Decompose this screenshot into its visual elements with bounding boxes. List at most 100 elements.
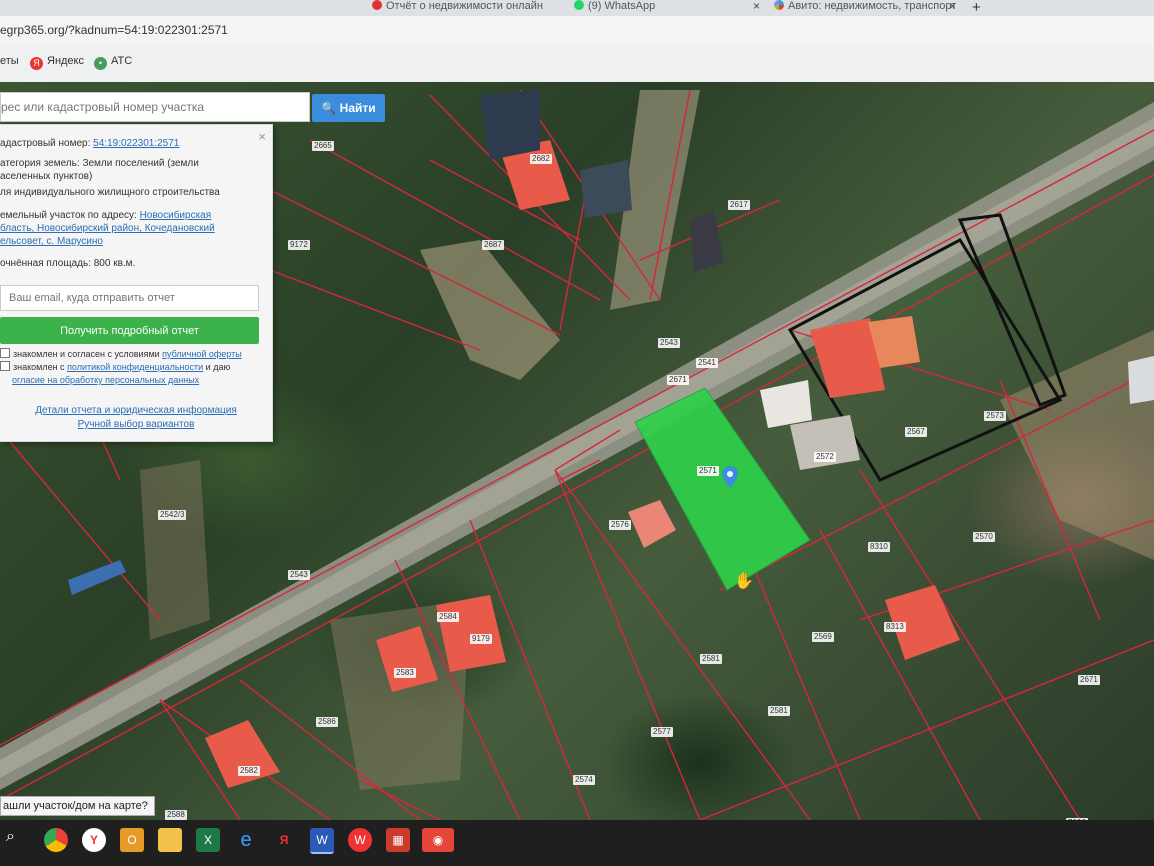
parcel-label: 2577 (651, 727, 673, 737)
file-explorer-icon[interactable] (158, 828, 182, 852)
bookmark-item[interactable]: еты (0, 55, 19, 67)
parcel-label: 2588 (165, 810, 187, 820)
yandex-icon: Я (30, 57, 43, 70)
ats-icon: • (94, 57, 107, 70)
parcel-label: 2671 (667, 375, 689, 385)
close-tab-icon[interactable]: × (753, 0, 760, 12)
parcel-label: 2582 (238, 766, 260, 776)
privacy-link[interactable]: политикой конфиденциальности (67, 362, 203, 372)
wps-icon[interactable]: W (348, 828, 372, 852)
consent-text: и даю (203, 362, 231, 372)
parcel-label: 8313 (884, 622, 906, 632)
tab-whatsapp[interactable]: (9) WhatsApp × (574, 0, 760, 16)
details-link[interactable]: Детали отчета и юридическая информация (0, 405, 272, 416)
category-line: атегория земель: Земли поселений (земли (0, 158, 199, 169)
address-bar: egrp365.org/?kadnum=54:19:022301:2571 (0, 16, 1154, 46)
consent-text: знакомлен и согласен с условиями (13, 349, 163, 359)
app-icon[interactable]: ▦ (386, 828, 410, 852)
parcel-label: 2581 (768, 706, 790, 716)
parcel-label: 8310 (868, 542, 890, 552)
new-tab-button[interactable]: + (972, 0, 981, 16)
search-button[interactable]: 🔍 Найти (312, 94, 385, 122)
bookmark-label: АТС (111, 55, 133, 67)
tab-report[interactable]: Отчёт о недвижимости онлайн (372, 0, 552, 16)
tab-avito[interactable]: Авито: недвижимость, транспорт × (774, 0, 956, 16)
chrome-icon[interactable] (44, 828, 68, 852)
cadastral-number-link[interactable]: 54:19:022301:2571 (93, 138, 179, 149)
parcel-label: 2571 (697, 466, 719, 476)
manual-select-link[interactable]: Ручной выбор вариантов (0, 419, 272, 430)
privacy-checkbox[interactable] (0, 361, 10, 371)
address-link[interactable]: ельсовет, с. Марусино (0, 235, 103, 248)
whatsapp-icon (574, 0, 584, 10)
tab-title: (9) WhatsApp (588, 0, 656, 12)
yandex-browser-icon[interactable]: Y (82, 828, 106, 852)
parcel-label: 2574 (573, 775, 595, 785)
parcel-label: 2583 (394, 668, 416, 678)
parcel-label: 2541 (696, 358, 718, 368)
consent-text: знакомлен с (13, 362, 68, 372)
parcel-label: 2682 (530, 154, 552, 164)
app-red-icon[interactable]: ◉ (422, 828, 454, 852)
category-line: аселенных пунктов) (0, 171, 93, 182)
bookmarks-bar: еты Я Яндекс • АТС (0, 46, 1154, 83)
consent-privacy: знакомлен с политикой конфиденциальности… (0, 361, 230, 374)
url-field[interactable]: egrp365.org/?kadnum=54:19:022301:2571 (0, 23, 228, 37)
cadastral-number-row: адастровый номер: 54:19:022301:2571 (0, 137, 179, 150)
hand-cursor-icon: ✋ (734, 573, 754, 590)
parcel-label: 2687 (482, 240, 504, 250)
parcel-label: 9179 (470, 634, 492, 644)
parcel-label: 2542/3 (158, 510, 187, 520)
area-text: очнённая площадь: 800 кв.м. (0, 258, 136, 269)
edge-icon[interactable]: e (234, 828, 258, 852)
bookmark-yandex[interactable]: Я Яндекс (30, 55, 84, 70)
found-parcel-tooltip[interactable]: ашли участок/дом на карте? (0, 796, 155, 816)
parcel-label: 2572 (814, 452, 836, 462)
parcel-label: 2543 (658, 338, 680, 348)
dirt-area (140, 460, 210, 640)
avito-icon (774, 0, 784, 10)
close-tab-icon[interactable]: × (949, 0, 956, 12)
personal-data-link[interactable]: огласие на обработку персональных данных (12, 374, 199, 387)
close-icon[interactable]: × (258, 129, 266, 144)
parcel-label: 2671 (1078, 675, 1100, 685)
cadastral-label: адастровый номер: (0, 138, 94, 149)
location-pin-icon[interactable] (722, 466, 738, 488)
browser-tab-bar: Отчёт о недвижимости онлайн (9) WhatsApp… (0, 0, 1154, 16)
tab-title: Авито: недвижимость, транспорт (788, 0, 956, 12)
parcel-info-panel: × адастровый номер: 54:19:022301:2571 ат… (0, 124, 273, 442)
parcel-label: 2567 (905, 427, 927, 437)
outlook-icon[interactable]: O (120, 828, 144, 852)
parcel-label: 2586 (316, 717, 338, 727)
windows-search-icon[interactable]: ⌕ (6, 828, 15, 846)
address-row: емельный участок по адресу: Новосибирска… (0, 209, 211, 222)
parcel-label: 2570 (973, 532, 995, 542)
parcel-label: 2584 (437, 612, 459, 622)
word-icon[interactable]: W (310, 828, 334, 854)
offer-link[interactable]: публичной оферты (162, 349, 242, 359)
address-link[interactable]: бласть, Новосибирский район, Кочедановск… (0, 222, 215, 235)
parcel-label: 9172 (288, 240, 310, 250)
parcel-label: 2576 (609, 520, 631, 530)
dirt-area (420, 240, 560, 380)
consent-offer: знакомлен и согласен с условиями публичн… (0, 348, 242, 361)
bookmark-ats[interactable]: • АТС (94, 55, 132, 70)
parcel-label: 2543 (288, 570, 310, 580)
email-field[interactable] (0, 285, 259, 311)
bookmark-label: Яндекс (47, 55, 84, 67)
category-line: ля индивидуального жилищного строительст… (0, 187, 220, 198)
parcel-label: 2573 (984, 411, 1006, 421)
parcel-label: 2569 (812, 632, 834, 642)
parcel-label: 2581 (700, 654, 722, 664)
offer-checkbox[interactable] (0, 348, 10, 358)
parcel-label: 2665 (312, 141, 334, 151)
parcel-label: 2617 (728, 200, 750, 210)
yandex-icon[interactable]: Я (272, 828, 296, 852)
excel-icon[interactable]: X (196, 828, 220, 852)
address-link[interactable]: Новосибирская (140, 210, 212, 221)
get-report-button[interactable]: Получить подробный отчет (0, 317, 259, 344)
windows-taskbar: ⌕ Y O X e Я W W ▦ ◉ (0, 820, 1154, 866)
address-label: емельный участок по адресу: (0, 210, 140, 221)
tab-title: Отчёт о недвижимости онлайн (386, 0, 543, 12)
search-input[interactable] (0, 92, 310, 122)
